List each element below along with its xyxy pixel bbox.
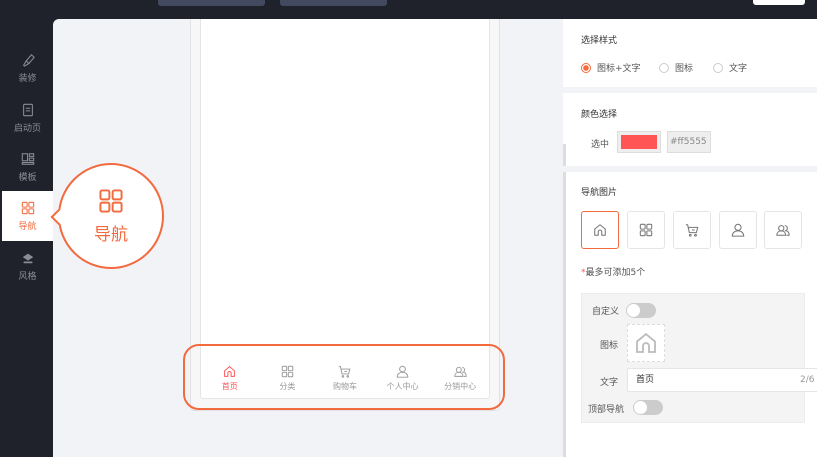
radio-label: 文字 (729, 64, 748, 74)
top-button[interactable] (280, 0, 387, 6)
cart-icon (685, 223, 699, 237)
color-hex-input[interactable]: #ff5555 (667, 131, 711, 153)
sidebar-item-label: 启动页 (13, 123, 41, 134)
custom-label: 自定义 (592, 307, 620, 317)
section-title: 颜色选择 (581, 110, 618, 120)
top-bar (0, 0, 817, 19)
top-button[interactable] (158, 0, 265, 6)
color-picker[interactable] (617, 131, 661, 153)
radio-label: 图标+文字 (597, 64, 641, 74)
radio-label: 图标 (675, 64, 694, 74)
divider (563, 166, 817, 172)
sidebar-item-decorate[interactable]: 装修 (2, 43, 53, 93)
color-swatch (621, 135, 657, 149)
grid-icon (98, 188, 124, 214)
nav-image-category[interactable] (627, 211, 665, 249)
navigation-callout: 导航 (58, 163, 164, 269)
sidebar-item-label: 风格 (18, 271, 37, 282)
scrollbar[interactable] (563, 144, 566, 457)
settings-panel: 选择样式 图标+文字 图标 文字 颜色选择 选中 #ff5555 导航图片 *最… (563, 19, 817, 457)
sidebar-item-navigation[interactable]: 导航 (2, 191, 53, 241)
text-value: 首页 (636, 375, 655, 385)
grid-icon (639, 223, 653, 237)
top-action-button[interactable] (753, 0, 805, 5)
paint-bucket-icon (22, 253, 33, 263)
tabbar-highlight (183, 344, 505, 410)
text-label: 文字 (600, 378, 619, 388)
sidebar-item-label: 装修 (18, 73, 37, 84)
callout-label: 导航 (94, 224, 128, 245)
document-icon (22, 103, 33, 116)
nav-image-home[interactable] (581, 211, 619, 249)
custom-toggle[interactable] (626, 303, 656, 318)
nav-item-editor: 自定义 图标 文字 首页 2/6 顶部导航 (581, 293, 817, 423)
icon-upload[interactable] (627, 324, 665, 362)
radio-text[interactable]: 文字 (713, 61, 747, 74)
radio-icon[interactable]: 图标 (659, 61, 693, 74)
template-icon (21, 152, 34, 165)
divider (563, 87, 817, 93)
home-icon (593, 223, 607, 237)
phone-screen: 首页 分类 购物车 个人中心 分销中心 (200, 19, 490, 399)
users-icon (776, 223, 790, 237)
top-nav-label: 顶部导航 (588, 405, 625, 415)
radio-icon-text[interactable]: 图标+文字 (581, 61, 641, 74)
selected-color-label: 选中 (591, 140, 610, 150)
sidebar-item-label: 导航 (18, 221, 37, 232)
sidebar: 装修 启动页 模板 导航 风格 (0, 19, 53, 457)
nav-image-distribution[interactable] (764, 211, 802, 249)
sidebar-item-launch-page[interactable]: 启动页 (2, 93, 53, 143)
sidebar-item-label: 模板 (18, 172, 37, 183)
char-count: 2/6 (800, 375, 815, 385)
brush-icon (22, 53, 35, 67)
top-nav-toggle[interactable] (633, 400, 663, 415)
text-input[interactable]: 首页 2/6 (627, 368, 817, 392)
section-title: 导航图片 (581, 188, 618, 198)
sidebar-item-style[interactable]: 风格 (2, 241, 53, 291)
limit-note: 最多可添加5个 (585, 268, 646, 278)
sidebar-item-template[interactable]: 模板 (2, 142, 53, 192)
section-title: 选择样式 (581, 36, 618, 46)
home-icon (634, 331, 658, 355)
nav-image-cart[interactable] (673, 211, 711, 249)
grid-icon (21, 201, 35, 215)
user-icon (731, 223, 745, 237)
nav-image-profile[interactable] (719, 211, 757, 249)
icon-label: 图标 (600, 341, 619, 351)
